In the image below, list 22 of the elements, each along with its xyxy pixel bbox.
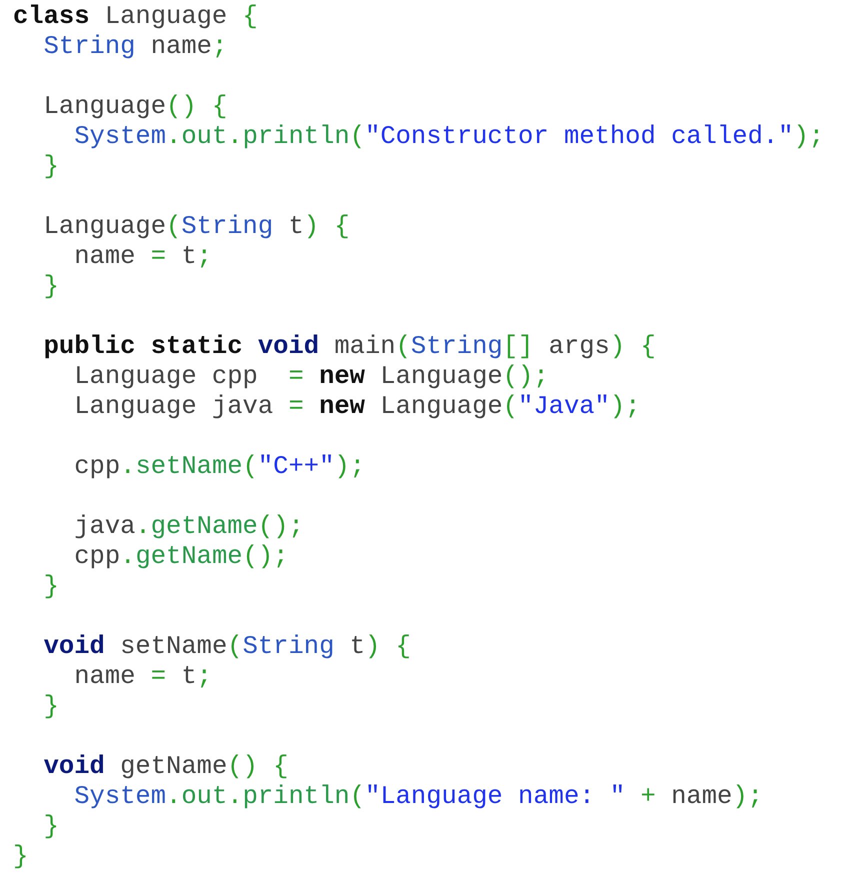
- code-line: public static void main(String[] args) {: [42, 332, 656, 362]
- code-line: }: [42, 692, 59, 722]
- code-line: String name;: [42, 32, 228, 62]
- code-line: }: [42, 572, 59, 602]
- code-line: void getName() {: [42, 752, 288, 782]
- code-line: Language(String t) {: [42, 212, 350, 242]
- code-line: cpp.getName();: [73, 542, 288, 572]
- code-line: name = t;: [73, 662, 212, 692]
- code-line: System.out.println("Constructor method called.");: [73, 122, 824, 152]
- code-line: }: [13, 842, 28, 872]
- code-line: cpp.setName("C++");: [73, 452, 365, 482]
- code-line: Language() {: [42, 92, 228, 122]
- code-line: }: [42, 152, 59, 182]
- code-line: void setName(String t) {: [42, 632, 411, 662]
- code-line: System.out.println("Language name: " + name);: [73, 782, 763, 812]
- code-line: Language java = new Language("Java");: [73, 392, 640, 422]
- code-line: Language cpp = new Language();: [73, 362, 549, 392]
- code-line: }: [42, 812, 59, 842]
- code-line: class Language {: [13, 2, 258, 32]
- code-line: }: [42, 272, 59, 302]
- code-line: name = t;: [73, 242, 212, 272]
- code-line: java.getName();: [73, 512, 304, 542]
